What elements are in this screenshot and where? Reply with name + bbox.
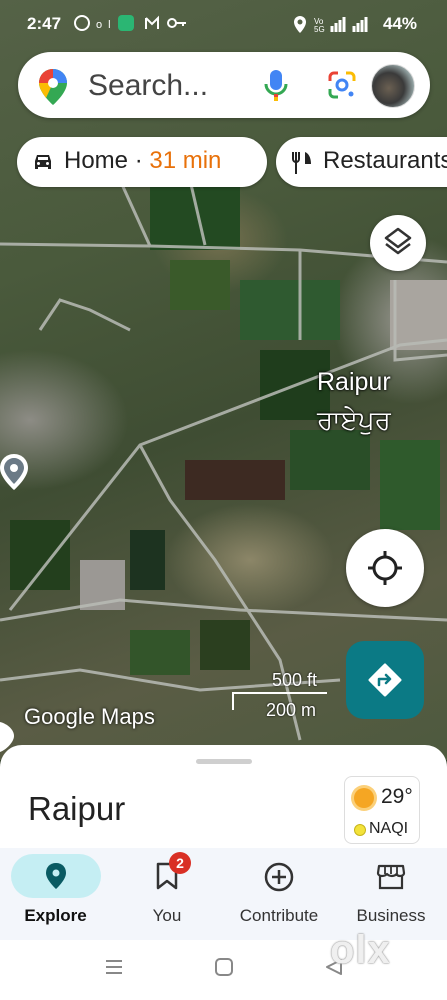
nav-tab-you[interactable]: 2 You xyxy=(111,848,223,940)
weather-temperature: 29° xyxy=(381,785,413,808)
search-input[interactable]: Search... xyxy=(88,69,208,103)
sheet-drag-handle[interactable] xyxy=(196,759,252,764)
nav-label-business: Business xyxy=(356,906,426,925)
aqi-indicator-dot xyxy=(354,824,366,836)
storefront-icon xyxy=(376,862,406,897)
google-maps-pin-icon xyxy=(38,68,68,111)
svg-text:ol: ol xyxy=(96,19,117,31)
scale-metric: 200 m xyxy=(266,700,317,720)
notification-icons: ol xyxy=(74,14,194,35)
signal-icons: Vo 5G xyxy=(294,16,368,34)
microphone-icon[interactable] xyxy=(264,68,288,109)
nav-tab-business[interactable]: Business xyxy=(335,848,447,940)
account-avatar[interactable] xyxy=(371,64,415,108)
battery-level: 44% xyxy=(383,14,418,33)
layers-button[interactable] xyxy=(370,215,426,271)
add-circle-icon xyxy=(264,862,294,897)
home-eta: 31 min xyxy=(149,147,222,174)
nav-label-you: You xyxy=(152,906,182,925)
search-bar[interactable]: Search... xyxy=(18,52,430,118)
nav-label-explore: Explore xyxy=(24,906,87,925)
google-maps-logo: Google Maps xyxy=(24,704,155,729)
home-label: Home xyxy=(64,147,129,174)
restaurants-label: Restaurants xyxy=(323,147,447,174)
place-title: Raipur xyxy=(28,790,126,827)
directions-icon xyxy=(368,663,402,697)
google-lens-icon[interactable] xyxy=(326,69,358,106)
notification-icon-group: ol xyxy=(74,15,186,31)
status-time: 2:47 xyxy=(27,14,62,33)
status-bar: 2:47 ol Vo 5G 44% xyxy=(0,0,447,50)
restaurants-chip[interactable]: Restaurants xyxy=(276,137,447,187)
my-location-button[interactable] xyxy=(346,529,424,607)
map-location-pin-icon[interactable] xyxy=(0,452,32,497)
notification-badge: 2 xyxy=(169,852,191,874)
home-separator: · xyxy=(128,147,150,174)
scale-bar-tick xyxy=(232,692,234,710)
scale-imperial: 500 ft xyxy=(272,670,318,690)
bottom-sheet[interactable]: Raipur 29° NAQI xyxy=(0,745,447,855)
map-place-label[interactable]: Raipur xyxy=(317,368,391,397)
sun-icon xyxy=(354,788,374,808)
map-place-label-punjabi[interactable]: ਰਾਏਪੁਰ xyxy=(317,405,391,437)
fork-knife-icon xyxy=(290,150,314,183)
svg-text:5G: 5G xyxy=(314,25,325,34)
home-chip-label: Home · 31 min xyxy=(64,147,221,175)
home-system-icon[interactable] xyxy=(214,957,234,982)
car-icon xyxy=(31,150,55,181)
recents-icon[interactable] xyxy=(104,957,124,982)
crosshair-icon xyxy=(368,551,402,585)
weather-widget[interactable]: 29° NAQI xyxy=(344,776,420,844)
directions-button[interactable] xyxy=(346,641,424,719)
system-status-icons: Vo 5G xyxy=(292,14,382,37)
location-pin-icon xyxy=(45,862,67,895)
map-scale: 500 ft 200 m xyxy=(232,670,332,726)
scale-bar xyxy=(232,692,327,694)
olx-watermark: olx xyxy=(330,928,391,972)
layers-icon xyxy=(384,227,412,255)
air-quality-label: NAQI xyxy=(369,820,409,837)
bottom-navigation: Explore 2 You Contribute Business xyxy=(0,848,447,940)
nav-tab-explore[interactable]: Explore xyxy=(0,848,111,940)
home-shortcut-chip[interactable]: Home · 31 min xyxy=(17,137,267,187)
nav-label-contribute: Contribute xyxy=(239,906,319,925)
nav-tab-contribute[interactable]: Contribute xyxy=(223,848,335,940)
map-view[interactable]: 2:47 ol Vo 5G 44% Search... Home · 31 mi… xyxy=(0,0,447,760)
